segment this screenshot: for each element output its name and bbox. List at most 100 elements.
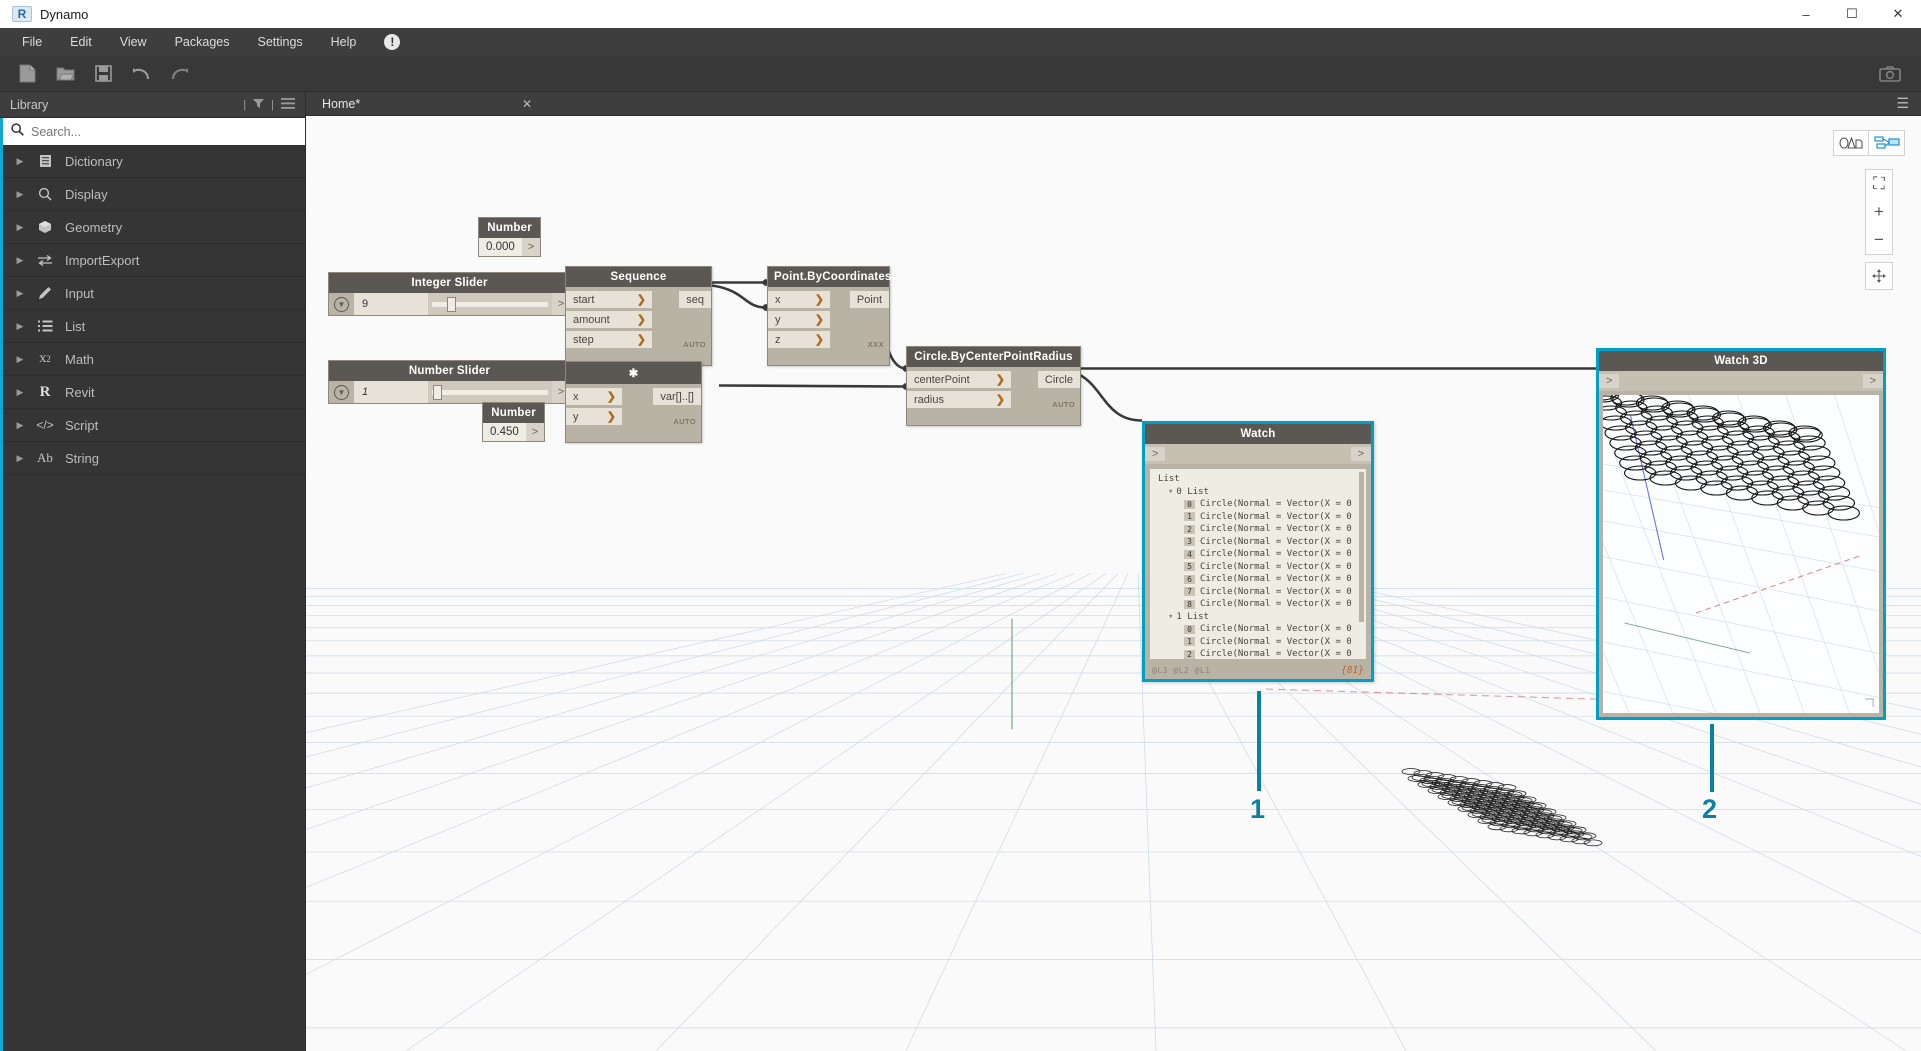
sidebar-item-dictionary[interactable]: ▶ Dictionary	[3, 145, 305, 178]
sidebar-item-string[interactable]: ▶ Ab String	[3, 442, 305, 475]
sidebar-item-importexport[interactable]: ▶ ImportExport	[3, 244, 305, 277]
list-item: ▾ 0 List	[1154, 486, 1366, 499]
list-item: 3Circle(Normal = Vector(X = 0	[1154, 536, 1366, 549]
item-text: Circle(Normal = Vector(X = 0	[1200, 562, 1352, 572]
sidebar-item-label: Math	[65, 352, 94, 367]
redo-icon[interactable]	[162, 59, 196, 89]
open-folder-icon[interactable]	[48, 59, 82, 89]
output-port-point[interactable]: Point	[850, 291, 889, 308]
node-number-slider[interactable]: Number Slider ▼ 1 >	[328, 360, 571, 404]
port-label: z	[775, 334, 781, 346]
graph-preview-icon[interactable]	[1869, 130, 1905, 156]
node-number-start[interactable]: Number 0.000 >	[478, 217, 541, 257]
number-value-input[interactable]: 0.450	[483, 423, 526, 441]
item-index: 6	[1184, 575, 1195, 584]
expand-caret-icon[interactable]: ▼	[329, 381, 354, 403]
sidebar-item-script[interactable]: ▶ </> Script	[3, 409, 305, 442]
book-icon	[31, 154, 59, 168]
menu-help[interactable]: Help	[317, 30, 371, 54]
output-port[interactable]: >	[1863, 374, 1883, 388]
output-port[interactable]: >	[526, 423, 544, 441]
item-index: 2	[1184, 525, 1195, 534]
pan-icon[interactable]	[1865, 262, 1893, 290]
sidebar-item-math[interactable]: ▶ x2 Math	[3, 343, 305, 376]
number-value-input[interactable]: 0.000	[479, 238, 522, 256]
output-port-var[interactable]: var[]..[]	[653, 388, 701, 405]
slider-track[interactable]	[428, 381, 552, 403]
geometry-preview-icon[interactable]	[1833, 130, 1869, 156]
warning-icon[interactable]: !	[384, 34, 400, 50]
zoom-out-button[interactable]: −	[1866, 226, 1892, 254]
group-index: 0	[1176, 487, 1181, 497]
new-file-icon[interactable]	[10, 59, 44, 89]
node-sequence[interactable]: Sequence start❯ amount❯ step❯ seq AUTO	[565, 266, 712, 366]
menu-view[interactable]: View	[106, 30, 161, 54]
caret-down-icon[interactable]: ▾	[1168, 487, 1173, 497]
node-number-radius[interactable]: Number 0.450 >	[482, 402, 545, 442]
output-port[interactable]: >	[1351, 447, 1371, 461]
input-port-step: step❯	[566, 331, 652, 348]
library-panel: Library | | ▶	[0, 92, 306, 1051]
sidebar-item-revit[interactable]: ▶ R Revit	[3, 376, 305, 409]
slider-thumb[interactable]	[433, 385, 442, 400]
node-multiply[interactable]: ✱ x❯ y❯ var[]..[] AUTO	[565, 361, 702, 443]
node-watch[interactable]: Watch > > List ▾ 0 List 0Circle(Normal =…	[1142, 421, 1374, 682]
camera-icon[interactable]	[1873, 59, 1907, 89]
expand-caret-icon[interactable]: ▼	[329, 293, 354, 315]
node-integer-slider[interactable]: Integer Slider ▼ 9 >	[328, 272, 571, 316]
menu-settings[interactable]: Settings	[243, 30, 316, 54]
slider-value-input[interactable]: 1	[354, 381, 428, 403]
chevron-right-icon: ▶	[9, 453, 31, 464]
item-text: Circle(Normal = Vector(X = 0	[1200, 549, 1352, 559]
maximize-button[interactable]: ☐	[1829, 0, 1875, 28]
slider-track[interactable]	[428, 293, 552, 315]
slider-thumb[interactable]	[447, 297, 456, 312]
node-circle-bycenterpointradius[interactable]: Circle.ByCenterPointRadius centerPoint❯ …	[906, 346, 1081, 426]
input-port[interactable]: >	[1599, 374, 1619, 388]
menu-edit[interactable]: Edit	[56, 30, 106, 54]
watch-content[interactable]: List ▾ 0 List 0Circle(Normal = Vector(X …	[1150, 469, 1366, 659]
graph-canvas[interactable]: Number 0.000 > Integer Slider ▼ 9 >	[306, 116, 1921, 1051]
list-item: 0Circle(Normal = Vector(X = 0	[1154, 498, 1366, 511]
output-port[interactable]: >	[522, 238, 540, 256]
caret-down-icon[interactable]: ▾	[1168, 612, 1173, 622]
port-label: x	[775, 294, 781, 306]
sidebar-item-list[interactable]: ▶ List	[3, 310, 305, 343]
input-port[interactable]: >	[1145, 447, 1165, 461]
library-header-tools: | |	[243, 98, 295, 112]
list-item: 0Circle(Normal = Vector(X = 0	[1154, 623, 1366, 636]
node-title: Watch	[1145, 424, 1371, 444]
close-button[interactable]: ✕	[1875, 0, 1921, 28]
output-port-circle[interactable]: Circle	[1038, 371, 1080, 388]
list-view-icon[interactable]	[281, 98, 295, 112]
sidebar-item-display[interactable]: ▶ Display	[3, 178, 305, 211]
slider-value-input[interactable]: 9	[354, 293, 428, 315]
zoom-fit-button[interactable]: ⛶	[1866, 170, 1892, 198]
tab-strip: Home* ✕ ☰	[306, 92, 1921, 116]
sidebar-item-input[interactable]: ▶ Input	[3, 277, 305, 310]
zoom-in-button[interactable]: +	[1866, 198, 1892, 226]
search-input[interactable]	[31, 125, 297, 139]
save-icon[interactable]	[86, 59, 120, 89]
close-icon[interactable]: ✕	[498, 97, 532, 111]
scrollbar[interactable]	[1359, 472, 1364, 622]
menu-packages[interactable]: Packages	[161, 30, 244, 54]
output-port-seq[interactable]: seq	[679, 291, 711, 308]
group-label: List	[1187, 487, 1209, 497]
arrows-exchange-icon	[31, 254, 59, 267]
node-watch-3d[interactable]: Watch 3D > >	[1596, 348, 1886, 720]
revit-r-icon: R	[31, 384, 59, 401]
workspace-menu-icon[interactable]: ☰	[1884, 92, 1921, 115]
sidebar-item-geometry[interactable]: ▶ Geometry	[3, 211, 305, 244]
filter-icon[interactable]	[253, 98, 264, 111]
tab-home[interactable]: Home* ✕	[306, 92, 546, 115]
node-ports: > >	[1145, 444, 1371, 464]
library-search[interactable]	[0, 118, 305, 145]
undo-icon[interactable]	[124, 59, 158, 89]
menu-file[interactable]: File	[8, 30, 56, 54]
node-body: 0.000 >	[479, 238, 540, 256]
node-title: Number	[479, 218, 540, 238]
minimize-button[interactable]: –	[1783, 0, 1829, 28]
node-point-bycoordinates[interactable]: Point.ByCoordinates x❯ y❯ z❯ Point XXX	[767, 266, 890, 366]
watch3d-viewport[interactable]	[1603, 395, 1879, 713]
